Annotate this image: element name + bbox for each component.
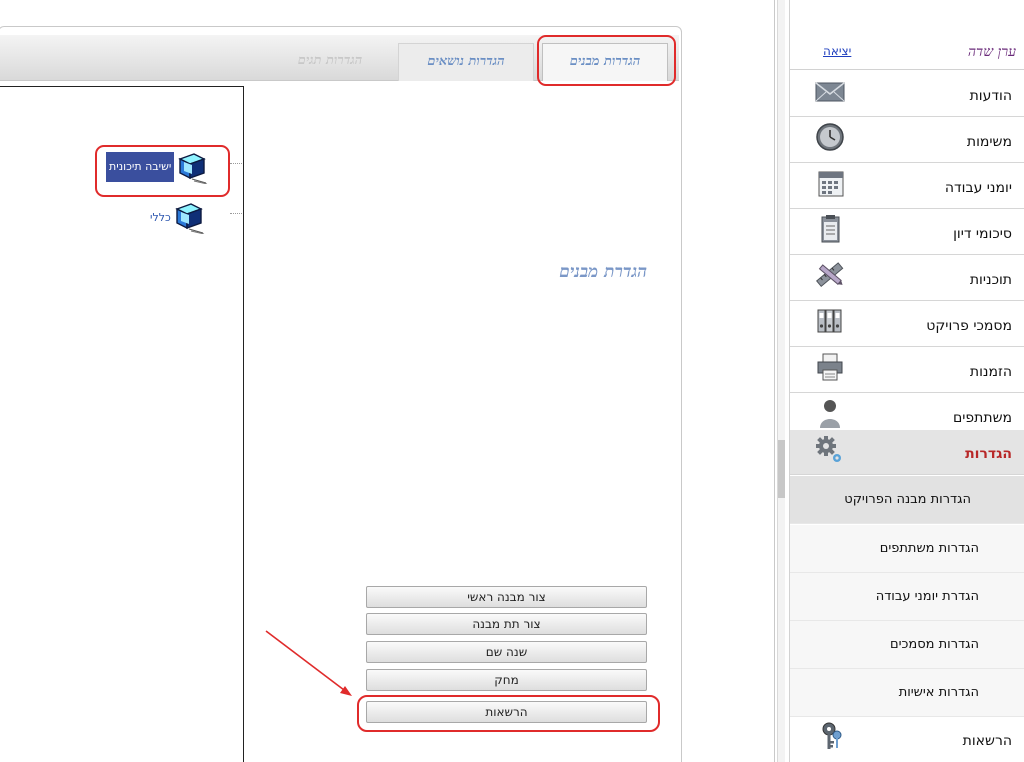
sidebar-item-label: משתתפים: [953, 410, 1012, 426]
sidebar-item-label: תוכניות: [969, 272, 1012, 288]
sidebar-subitem-participants-settings[interactable]: הגדרות משתתפים: [790, 525, 1024, 573]
sidebar-item-orders[interactable]: הזמנות: [790, 348, 1024, 393]
scrollbar-thumb[interactable]: [778, 440, 785, 498]
sidebar-item-label: הודעות: [969, 88, 1012, 104]
sidebar-item-tasks[interactable]: משימות: [790, 118, 1024, 163]
sidebar-item-work-logs[interactable]: יומני עבודה: [790, 164, 1024, 209]
tree-node-label: כללי: [150, 210, 171, 224]
clock-icon: [816, 123, 844, 151]
tab-tags-settings[interactable]: הגדרות תגים: [266, 43, 394, 81]
binders-icon: [817, 309, 842, 333]
sidebar-subitem-work-log-settings[interactable]: הגדרת יומני עבודה: [790, 573, 1024, 621]
tree-connector: [230, 163, 242, 164]
delete-button[interactable]: מחק: [366, 669, 647, 691]
sidebar-item-project-documents[interactable]: מסמכי פרויקט: [790, 302, 1024, 347]
annotation-highlight-node: [95, 145, 230, 197]
create-main-structure-button[interactable]: צור מבנה ראשי: [366, 586, 647, 608]
sidebar-item-label: יומני עבודה: [944, 180, 1012, 196]
sidebar-item-label: מסמכי פרויקט: [926, 318, 1012, 334]
keys-icon: [822, 722, 842, 749]
sidebar-subitem-label: הגדרות אישיות: [898, 685, 979, 700]
sidebar-item-settings[interactable]: הגדרות: [790, 430, 1024, 475]
ruler-pencil-icon: [815, 262, 844, 288]
sidebar-item-meeting-summaries[interactable]: סיכומי דיון: [790, 210, 1024, 255]
create-sub-structure-button[interactable]: צור תת מבנה: [366, 613, 647, 635]
sidebar-subitem-document-settings[interactable]: הגדרות מסמכים: [790, 621, 1024, 669]
clipboard-icon: [821, 215, 840, 243]
sidebar-subitem-personal-settings[interactable]: הגדרות אישיות: [790, 669, 1024, 717]
annotation-highlight-tab: [537, 35, 676, 86]
tree-node-klali[interactable]: כללי: [150, 200, 205, 234]
sidebar-subitem-label: הגדרות משתתפים: [879, 541, 979, 556]
sidebar-subitem-label: הגדרות מבנה הפרויקט: [844, 492, 971, 507]
annotation-highlight-permissions: [357, 695, 660, 732]
gears-icon: [816, 436, 841, 462]
sidebar-item-label: משימות: [966, 134, 1012, 150]
tree-connector: [230, 213, 242, 214]
sidebar-item-label: הגדרות: [965, 446, 1012, 462]
sidebar-item-label: הרשאות: [962, 733, 1012, 749]
printer-icon: [817, 353, 843, 381]
person-icon: [820, 400, 840, 428]
calendar-icon: [818, 171, 844, 197]
user-name: ערן שדה: [967, 44, 1016, 60]
sidebar-item-label: סיכומי דיון: [953, 226, 1012, 242]
sidebar-subitem-label: הגדרת יומני עבודה: [875, 589, 979, 604]
envelope-icon: [815, 82, 845, 102]
cube-icon: [175, 203, 204, 234]
sidebar-item-messages[interactable]: הודעות: [790, 72, 1024, 117]
sidebar-subitem-project-structure[interactable]: הגדרות מבנה הפרויקט: [790, 476, 1024, 524]
annotation-arrow-icon: [265, 630, 352, 696]
sidebar: ערן שדה יציאה הודעות משימות יומני עבודה: [789, 0, 1024, 762]
scrollbar[interactable]: [777, 0, 785, 762]
sidebar-item-plans[interactable]: תוכניות: [790, 256, 1024, 301]
sidebar-item-permissions[interactable]: הרשאות: [790, 717, 1024, 762]
page-title: הגדרת מבנים: [559, 262, 647, 282]
sidebar-item-label: הזמנות: [969, 364, 1012, 380]
panel-divider: [774, 0, 775, 762]
user-row: ערן שדה יציאה: [790, 30, 1024, 70]
logout-link[interactable]: יציאה: [823, 44, 851, 58]
app-root: הגדרות מבנים הגדרות נושאים הגדרות תגים ה…: [0, 0, 1024, 762]
rename-button[interactable]: שנה שם: [366, 641, 647, 663]
tab-topics-settings[interactable]: הגדרות נושאים: [398, 43, 534, 81]
sidebar-subitem-label: הגדרות מסמכים: [889, 637, 979, 652]
